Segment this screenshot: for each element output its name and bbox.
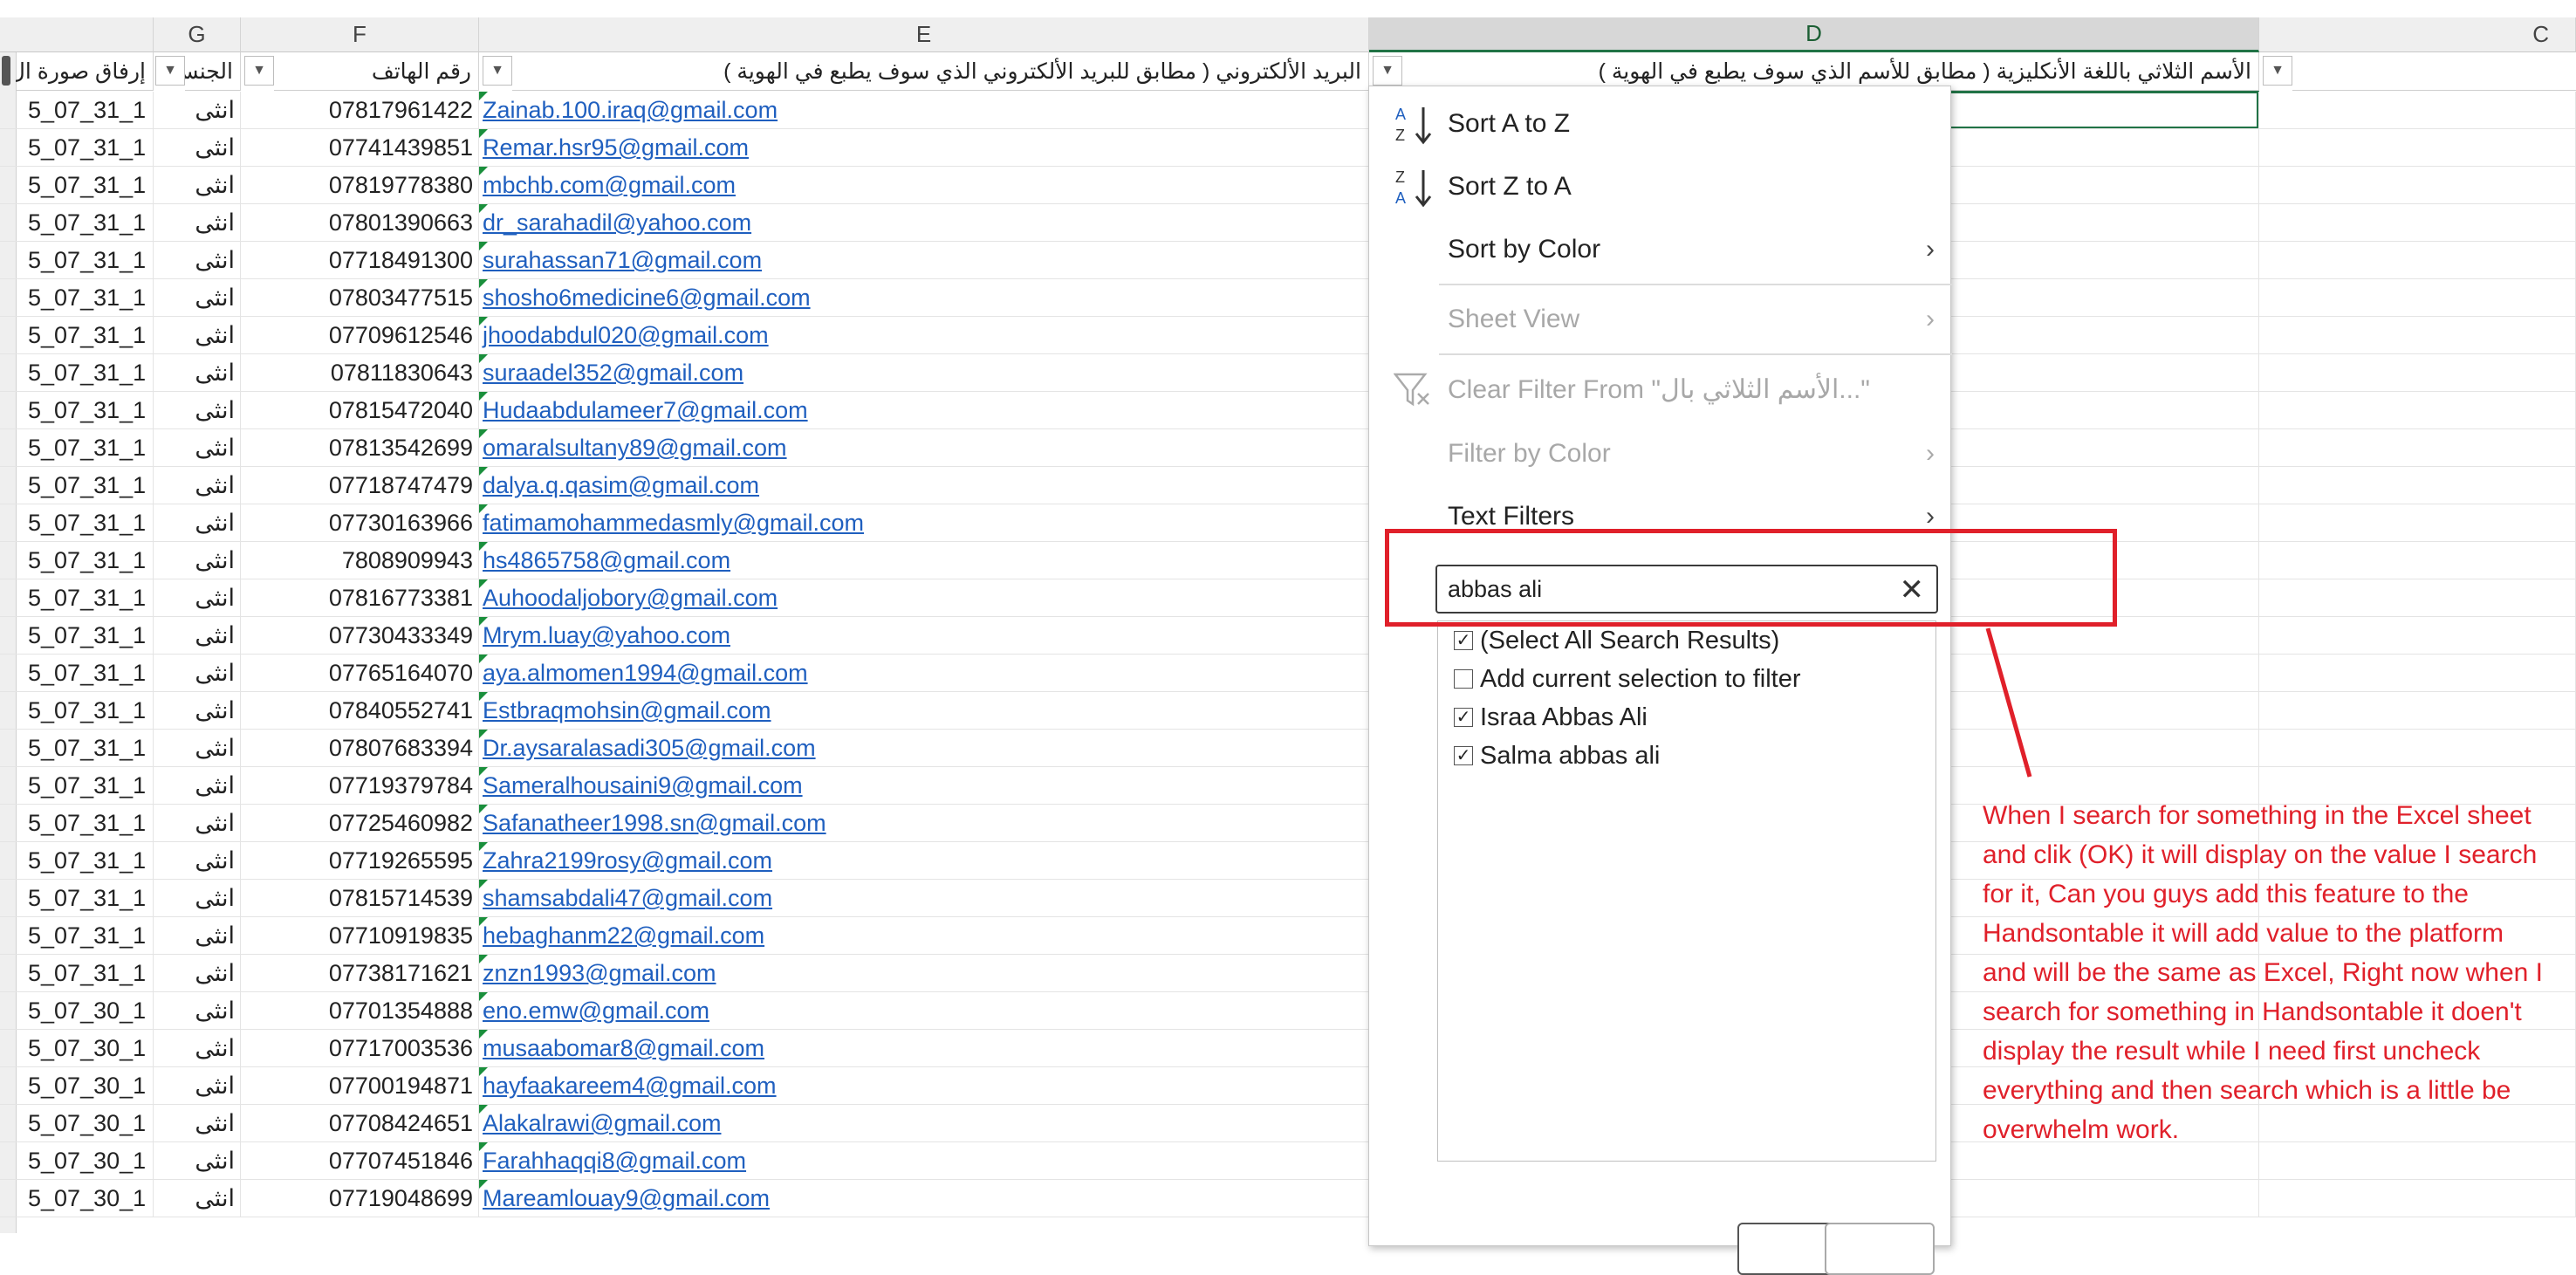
- annotation-note: When I search for something in the Excel…: [1983, 801, 2543, 1144]
